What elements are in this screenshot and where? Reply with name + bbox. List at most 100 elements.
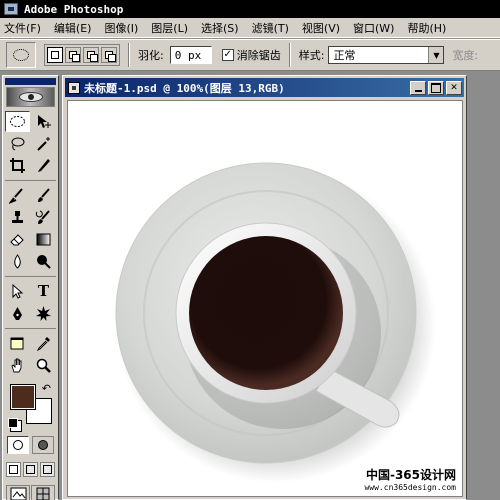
eraser-icon <box>10 234 24 246</box>
photoshop-app-icon[interactable] <box>4 3 18 15</box>
crop-tool[interactable] <box>5 155 30 176</box>
full-screen-menu-mode-button[interactable] <box>23 462 38 477</box>
healing-brush-tool[interactable] <box>5 185 30 206</box>
eyedropper-tool[interactable] <box>31 333 56 354</box>
swap-colors-icon[interactable]: ↶ <box>42 382 51 395</box>
options-bar: 羽化: 0 px ✓ 消除锯齿 样式: 正常 ▼ 宽度: <box>0 39 500 71</box>
magic-wand-tool[interactable] <box>31 133 56 154</box>
lasso-icon <box>11 137 25 151</box>
brush-icon <box>38 188 50 202</box>
eraser-tool[interactable] <box>5 229 30 250</box>
watermark-url: www.cn365design.com <box>364 483 456 492</box>
move-tool[interactable] <box>31 111 56 132</box>
new-selection-button[interactable] <box>47 47 63 63</box>
screen-mode-row <box>6 462 55 477</box>
feather-label: 羽化: <box>138 49 164 62</box>
pen-tool[interactable] <box>5 303 30 324</box>
app-title: Adobe Photoshop <box>24 2 124 16</box>
menu-view[interactable]: 视图(V) <box>302 20 340 36</box>
divider <box>128 43 130 67</box>
slice-tool[interactable] <box>31 155 56 176</box>
lasso-tool[interactable] <box>5 133 30 154</box>
zoom-tool[interactable] <box>31 355 56 376</box>
selection-mode-group <box>44 44 120 66</box>
mask-mode-row <box>7 436 54 454</box>
menu-file[interactable]: 文件(F) <box>4 20 41 36</box>
jump-to-imageready-button[interactable] <box>6 485 30 500</box>
feather-input[interactable]: 0 px <box>169 46 212 64</box>
move-icon <box>38 115 51 128</box>
menu-image[interactable]: 图像(I) <box>104 20 138 36</box>
style-label: 样式: <box>298 49 325 62</box>
menu-window[interactable]: 窗口(W) <box>353 20 394 36</box>
notes-tool[interactable] <box>5 333 30 354</box>
document-window: 未标题-1.psd @ 100%(图层 13,RGB) ✕ 中国-365设计网 … <box>62 75 467 500</box>
adobe-online-button[interactable] <box>6 87 55 107</box>
maximize-button[interactable] <box>428 80 444 95</box>
menu-filter[interactable]: 滤镜(T) <box>252 20 289 36</box>
type-tool[interactable]: T <box>31 281 56 302</box>
style-select-value: 正常 <box>333 49 356 62</box>
menu-help[interactable]: 帮助(H) <box>407 20 446 36</box>
starburst-icon <box>36 306 51 321</box>
history-brush-tool[interactable] <box>31 207 56 228</box>
healing-brush-icon <box>9 188 23 204</box>
full-screen-mode-button[interactable] <box>40 462 55 477</box>
coffee <box>189 236 343 390</box>
menu-edit[interactable]: 编辑(E) <box>54 20 92 36</box>
menu-bar: 文件(F) 编辑(E) 图像(I) 图层(L) 选择(S) 滤镜(T) 视图(V… <box>0 18 500 38</box>
minimize-button[interactable] <box>410 80 426 95</box>
path-selection-tool[interactable] <box>5 281 30 302</box>
divider <box>288 43 291 67</box>
add-to-selection-button[interactable] <box>65 47 81 63</box>
elliptical-marquee-tool[interactable] <box>5 111 30 132</box>
foreground-color-swatch[interactable] <box>10 384 36 410</box>
document-title: 未标题-1.psd @ 100%(图层 13,RGB) <box>84 81 285 95</box>
menu-select[interactable]: 选择(S) <box>201 20 239 36</box>
watermark-text: 中国-365设计网 <box>365 468 456 482</box>
close-button[interactable]: ✕ <box>446 80 462 95</box>
jump-extra-button[interactable] <box>31 485 55 500</box>
brush-tool[interactable] <box>31 185 56 206</box>
menu-layer[interactable]: 图层(L) <box>151 20 188 36</box>
default-colors-icon[interactable] <box>8 418 18 428</box>
document-icon[interactable] <box>68 81 80 94</box>
subtract-from-selection-button[interactable] <box>83 47 99 63</box>
custom-shape-tool[interactable] <box>31 303 56 324</box>
dodge-icon <box>37 255 51 269</box>
grid-icon <box>36 487 50 500</box>
elliptical-marquee-icon <box>10 116 25 127</box>
imageready-icon <box>10 487 26 500</box>
antialias-label: 消除锯齿 <box>236 49 281 62</box>
tool-grid: T <box>3 111 58 376</box>
stamp-icon <box>12 211 23 223</box>
document-title-bar[interactable]: 未标题-1.psd @ 100%(图层 13,RGB) ✕ <box>65 78 464 97</box>
style-select[interactable]: 正常 ▼ <box>328 46 445 64</box>
zoom-icon <box>36 358 51 373</box>
canvas[interactable]: 中国-365设计网 www.cn365design.com <box>67 100 463 497</box>
type-icon: T <box>37 282 50 300</box>
elliptical-marquee-icon <box>13 49 29 61</box>
magic-wand-icon <box>37 137 50 151</box>
blur-tool[interactable] <box>5 251 30 272</box>
eyedropper-icon <box>36 337 50 352</box>
standard-screen-mode-button[interactable] <box>6 462 21 477</box>
dodge-tool[interactable] <box>31 251 56 272</box>
path-selection-icon <box>12 283 24 299</box>
standard-mode-button[interactable] <box>7 436 29 454</box>
hand-tool[interactable] <box>5 355 30 376</box>
antialias-checkbox[interactable]: ✓ <box>221 49 234 61</box>
clone-stamp-tool[interactable] <box>5 207 30 228</box>
chevron-down-icon[interactable]: ▼ <box>428 47 444 63</box>
gradient-tool[interactable] <box>31 229 56 250</box>
crop-icon <box>10 158 25 173</box>
gradient-icon <box>36 233 51 246</box>
jump-row <box>6 485 55 500</box>
note-icon <box>10 337 24 350</box>
toolbox-grip[interactable] <box>5 78 56 85</box>
tool-preset-picker[interactable] <box>6 42 36 68</box>
toolbox: T ↶ <box>2 75 59 500</box>
watermark: 中国-365设计网 www.cn365design.com <box>364 466 456 492</box>
quick-mask-mode-button[interactable] <box>32 436 54 454</box>
intersect-selection-button[interactable] <box>101 47 117 63</box>
